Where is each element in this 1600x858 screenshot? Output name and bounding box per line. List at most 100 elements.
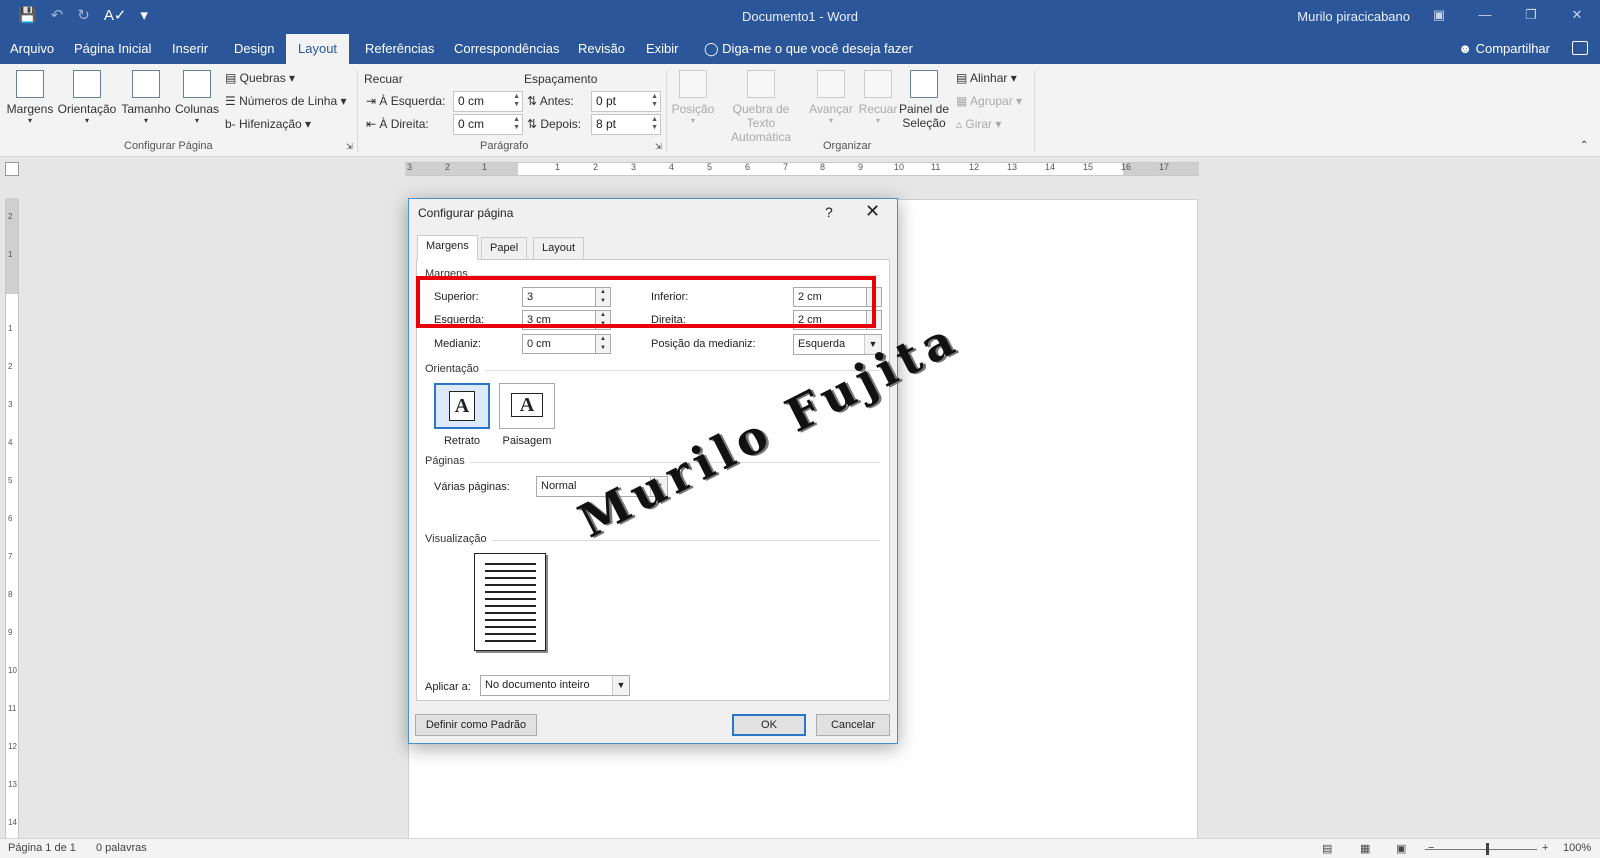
landscape-option[interactable]: A xyxy=(499,383,555,429)
share-button[interactable]: ☻ Compartilhar xyxy=(1458,34,1550,64)
line-numbers-button[interactable]: ☰ Números de Linha ▾ xyxy=(225,94,347,108)
ruler-number: 5 xyxy=(707,162,713,172)
ruler-margin-left xyxy=(405,163,518,175)
page-count[interactable]: Página 1 de 1 xyxy=(8,842,76,854)
bring-forward-label: Avançar xyxy=(809,102,853,116)
vertical-ruler[interactable]: 2 1 1 2 3 4 5 6 7 8 9 10 11 12 13 14 xyxy=(5,198,19,838)
zoom-slider-thumb[interactable] xyxy=(1486,843,1489,855)
spacing-before-input[interactable]: 0 pt ▲ ▼ xyxy=(591,91,661,112)
close-icon[interactable]: ✕ xyxy=(865,201,880,222)
margins-button[interactable]: Margens ▾ xyxy=(6,70,54,125)
selection-pane-button[interactable]: Painel de Seleção xyxy=(898,70,950,130)
web-layout-icon[interactable]: ▣ xyxy=(1396,842,1406,855)
ruler-number: 3 xyxy=(631,162,637,172)
selection-pane-label: Painel de Seleção xyxy=(898,102,950,130)
help-icon[interactable]: ? xyxy=(825,204,833,220)
close-window-icon[interactable]: ✕ xyxy=(1554,0,1600,30)
ruler-number: 14 xyxy=(8,818,17,827)
cancel-button[interactable]: Cancelar xyxy=(816,714,890,736)
tab-inserir[interactable]: Inserir xyxy=(164,34,216,64)
position-button[interactable]: Posição ▾ xyxy=(669,70,717,125)
indent-left-input[interactable]: 0 cm ▲ ▼ xyxy=(453,91,523,112)
zoom-level[interactable]: 100% xyxy=(1563,842,1591,854)
tab-arquivo[interactable]: Arquivo xyxy=(2,34,62,64)
tell-me-box[interactable]: ◯ Diga-me o que você deseja fazer xyxy=(704,34,913,64)
bring-forward-icon xyxy=(817,70,845,98)
gutter-position-value: Esquerda xyxy=(798,338,846,350)
tab-pagina-inicial[interactable]: Página Inicial xyxy=(66,34,159,64)
apply-to-select[interactable]: No documento inteiro ▼ xyxy=(480,675,630,696)
multiple-pages-label: Várias páginas: xyxy=(434,481,510,493)
ok-button[interactable]: OK xyxy=(732,714,806,736)
spacing-after-input[interactable]: 8 pt ▲ ▼ xyxy=(591,114,661,135)
size-button[interactable]: Tamanho ▾ xyxy=(120,70,172,125)
zoom-out-icon[interactable]: − xyxy=(1428,842,1434,854)
highlight-box xyxy=(416,276,876,328)
ribbon-separator xyxy=(357,70,358,152)
ruler-number: 11 xyxy=(8,704,17,713)
ruler-number: 3 xyxy=(407,162,413,172)
read-mode-icon[interactable]: ▤ xyxy=(1322,842,1332,855)
restore-icon[interactable]: ❐ xyxy=(1508,0,1554,30)
tab-selector[interactable] xyxy=(5,162,19,176)
hyphenation-button[interactable]: b‑ Hifenização ▾ xyxy=(225,117,311,131)
orientation-section-title: Orientação xyxy=(425,363,479,375)
tab-papel[interactable]: Papel xyxy=(481,237,528,259)
tab-revisao[interactable]: Revisão xyxy=(570,34,633,64)
spacing-after-icon: ⇅ xyxy=(527,117,541,131)
ribbon-display-icon[interactable]: ▣ xyxy=(1416,0,1462,30)
margins-label: Margens xyxy=(6,102,54,116)
indent-right-spinner[interactable]: ▲ ▼ xyxy=(513,116,520,132)
tab-exibir[interactable]: Exibir xyxy=(638,34,687,64)
send-backward-button[interactable]: Recuar ▾ xyxy=(856,70,900,125)
tab-margens[interactable]: Margens xyxy=(417,235,478,260)
zoom-slider[interactable] xyxy=(1425,849,1537,850)
group-icon: ▦ xyxy=(956,94,971,108)
word-count[interactable]: 0 palavras xyxy=(96,842,147,854)
paragraph-launcher-icon[interactable]: ⇲ xyxy=(655,142,662,151)
ruler-number: 4 xyxy=(8,438,13,447)
page-setup-launcher-icon[interactable]: ⇲ xyxy=(346,142,353,151)
ruler-number: 2 xyxy=(8,212,13,221)
print-layout-icon[interactable]: ▦ xyxy=(1360,842,1370,855)
indent-left-icon: ⇥ xyxy=(366,94,380,108)
preview-line xyxy=(485,640,536,642)
paragraph-group-label: Parágrafo xyxy=(480,140,529,152)
wrap-text-button[interactable]: Quebra de Texto Automática xyxy=(717,70,805,144)
indent-right-input[interactable]: 0 cm ▲ ▼ xyxy=(453,114,523,135)
ruler-number: 3 xyxy=(8,400,13,409)
tab-referencias[interactable]: Referências xyxy=(357,34,442,64)
preview-line xyxy=(485,598,536,600)
horizontal-ruler[interactable]: 3 2 1 1 2 3 4 5 6 7 8 9 10 11 12 13 14 1… xyxy=(405,162,1199,176)
spacing-before-spinner[interactable]: ▲ ▼ xyxy=(651,93,658,109)
ruler-number: 5 xyxy=(8,476,13,485)
portrait-option[interactable]: A xyxy=(434,383,490,429)
breaks-button[interactable]: ▤ Quebras ▾ xyxy=(225,71,295,85)
tab-layout-dialog[interactable]: Layout xyxy=(533,237,585,259)
gutter-input[interactable]: 0 cm xyxy=(522,334,596,354)
set-default-button[interactable]: Definir como Padrão xyxy=(415,714,537,736)
align-button[interactable]: ▤ Alinhar ▾ xyxy=(956,71,1017,85)
ruler-number: 11 xyxy=(931,162,941,172)
tab-layout[interactable]: Layout xyxy=(286,34,349,64)
columns-icon xyxy=(183,70,211,98)
orientation-button[interactable]: Orientação ▾ xyxy=(57,70,117,125)
rotate-button[interactable]: ▵ Girar ▾ xyxy=(956,117,1001,131)
minimize-icon[interactable]: — xyxy=(1462,0,1508,30)
comments-icon[interactable] xyxy=(1572,41,1588,55)
indent-left-text: À Esquerda: xyxy=(379,94,446,108)
collapse-ribbon-icon[interactable]: ⌃ xyxy=(1580,140,1588,151)
indent-left-spinner[interactable]: ▲ ▼ xyxy=(513,93,520,109)
tab-correspondencias[interactable]: Correspondências xyxy=(446,34,568,64)
user-name[interactable]: Murilo piracicabano xyxy=(1297,9,1410,24)
arrange-group-label: Organizar xyxy=(823,140,872,152)
zoom-in-icon[interactable]: + xyxy=(1542,842,1548,854)
group-button[interactable]: ▦ Agrupar ▾ xyxy=(956,94,1022,108)
bring-forward-button[interactable]: Avançar ▾ xyxy=(807,70,855,125)
gutter-spinner[interactable]: ▲ ▼ xyxy=(595,334,611,354)
spacing-after-spinner[interactable]: ▲ ▼ xyxy=(651,116,658,132)
page-setup-group-label: Configurar Página xyxy=(124,140,213,152)
tab-design[interactable]: Design xyxy=(226,34,282,64)
hyphenation-label: Hifenização xyxy=(239,117,302,131)
columns-button[interactable]: Colunas ▾ xyxy=(174,70,220,125)
